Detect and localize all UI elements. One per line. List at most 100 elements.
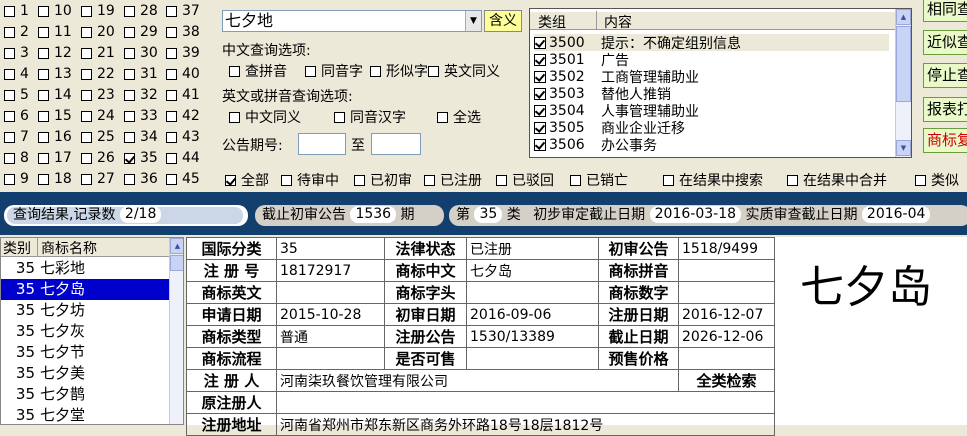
checkbox-icon[interactable] — [166, 68, 177, 80]
class-checkbox[interactable]: 4 — [4, 64, 29, 84]
class-checkbox[interactable]: 2 — [4, 22, 29, 42]
checkbox-icon[interactable] — [81, 173, 92, 185]
side-button[interactable]: 停止查 — [923, 63, 967, 88]
class-checkbox[interactable]: 12 — [38, 43, 72, 63]
checkbox-icon[interactable] — [124, 110, 135, 122]
checkbox-icon[interactable] — [124, 152, 135, 164]
checkbox-icon[interactable] — [4, 5, 15, 17]
class-checkbox[interactable]: 6 — [4, 106, 29, 126]
class-checkbox[interactable]: 40 — [166, 64, 200, 84]
checkbox-icon[interactable] — [534, 104, 546, 117]
meaning-button[interactable]: 含义 — [484, 10, 522, 32]
side-button[interactable]: 报表打 — [923, 97, 967, 122]
checkbox-icon[interactable] — [81, 5, 92, 17]
table-row[interactable]: 35 七夕节 — [1, 342, 169, 363]
result-list-scrollbar[interactable]: ▲ — [169, 238, 183, 424]
class-checkbox[interactable]: 16 — [38, 127, 72, 147]
chevron-down-icon[interactable]: ▼ — [465, 11, 481, 31]
category-row[interactable]: 3506 办公事务 — [534, 136, 657, 154]
cn-option[interactable]: 英文同义 — [428, 61, 500, 81]
checkbox-icon[interactable] — [4, 89, 15, 101]
checkbox-icon[interactable] — [81, 152, 92, 164]
checkbox-icon[interactable] — [38, 173, 49, 185]
table-row[interactable]: 35 七夕鹊 — [1, 384, 169, 405]
gazette-to-input[interactable] — [371, 133, 421, 155]
checkbox-icon[interactable] — [496, 174, 507, 186]
side-button[interactable]: 相同查 — [923, 0, 967, 22]
table-row[interactable]: 35 七夕灰 — [1, 321, 169, 342]
class-checkbox[interactable]: 11 — [38, 22, 72, 42]
checkbox-icon[interactable] — [81, 68, 92, 80]
class-checkbox[interactable]: 22 — [81, 64, 115, 84]
class-checkbox[interactable]: 42 — [166, 106, 200, 126]
checkbox-icon[interactable] — [4, 47, 15, 59]
class-checkbox[interactable]: 36 — [124, 169, 158, 189]
class-checkbox[interactable]: 38 — [166, 22, 200, 42]
checkbox-icon[interactable] — [663, 174, 674, 186]
checkbox-icon[interactable] — [354, 174, 365, 186]
category-row[interactable]: 3503 替他人推销 — [534, 85, 671, 103]
class-checkbox[interactable]: 32 — [124, 85, 158, 105]
checkbox-icon[interactable] — [437, 111, 448, 123]
cn-option[interactable]: 形似字 — [370, 61, 428, 81]
checkbox-icon[interactable] — [305, 65, 316, 77]
checkbox-icon[interactable] — [166, 131, 177, 143]
status-filter[interactable]: 已初审 — [354, 170, 412, 190]
checkbox-icon[interactable] — [787, 174, 798, 186]
scroll-thumb[interactable] — [170, 255, 183, 271]
checkbox-icon[interactable] — [38, 110, 49, 122]
class-checkbox[interactable]: 20 — [81, 22, 115, 42]
checkbox-icon[interactable] — [370, 65, 381, 77]
scroll-up-icon[interactable]: ▲ — [170, 238, 183, 254]
class-checkbox[interactable]: 15 — [38, 106, 72, 126]
checkbox-icon[interactable] — [428, 65, 439, 77]
class-checkbox[interactable]: 39 — [166, 43, 200, 63]
checkbox-icon[interactable] — [166, 173, 177, 185]
checkbox-icon[interactable] — [38, 26, 49, 38]
checkbox-icon[interactable] — [166, 5, 177, 17]
table-row[interactable]: 35 七彩地 — [1, 258, 169, 279]
category-row[interactable]: 3504 人事管理辅助业 — [534, 102, 699, 120]
class-checkbox[interactable]: 19 — [81, 1, 115, 21]
checkbox-icon[interactable] — [38, 47, 49, 59]
class-checkbox[interactable]: 13 — [38, 64, 72, 84]
category-row[interactable]: 3500 提示：不确定组别信息 — [534, 34, 889, 52]
category-row[interactable]: 3501 广告 — [534, 51, 629, 69]
en-option[interactable]: 中文同义 — [229, 107, 301, 127]
class-checkbox[interactable]: 14 — [38, 85, 72, 105]
cn-option[interactable]: 查拼音 — [229, 61, 287, 81]
checkbox-icon[interactable] — [124, 131, 135, 143]
scroll-up-icon[interactable]: ▲ — [896, 9, 911, 25]
scroll-down-icon[interactable]: ▼ — [896, 140, 911, 156]
status-filter[interactable]: 已销亡 — [570, 170, 628, 190]
checkbox-icon[interactable] — [81, 47, 92, 59]
class-checkbox[interactable]: 34 — [124, 127, 158, 147]
checkbox-icon[interactable] — [534, 121, 546, 134]
class-checkbox[interactable]: 8 — [4, 148, 29, 168]
class-checkbox[interactable]: 17 — [38, 148, 72, 168]
class-checkbox[interactable]: 29 — [124, 22, 158, 42]
result-option[interactable]: 在结果中合并 — [787, 170, 887, 190]
checkbox-icon[interactable] — [334, 111, 345, 123]
class-checkbox[interactable]: 28 — [124, 1, 158, 21]
class-checkbox[interactable]: 3 — [4, 43, 29, 63]
checkbox-icon[interactable] — [81, 26, 92, 38]
checkbox-icon[interactable] — [38, 5, 49, 17]
class-checkbox[interactable]: 25 — [81, 127, 115, 147]
status-filter[interactable]: 已注册 — [424, 170, 482, 190]
class-checkbox[interactable]: 44 — [166, 148, 200, 168]
result-option[interactable]: 在结果中搜索 — [663, 170, 763, 190]
scroll-thumb[interactable] — [896, 26, 911, 102]
checkbox-icon[interactable] — [534, 36, 546, 49]
checkbox-icon[interactable] — [534, 138, 546, 151]
checkbox-icon[interactable] — [81, 110, 92, 122]
class-checkbox[interactable]: 9 — [4, 169, 29, 189]
checkbox-icon[interactable] — [124, 47, 135, 59]
class-checkbox[interactable]: 41 — [166, 85, 200, 105]
checkbox-icon[interactable] — [166, 152, 177, 164]
gazette-from-input[interactable] — [298, 133, 346, 155]
en-option[interactable]: 同音汉字 — [334, 107, 406, 127]
checkbox-icon[interactable] — [570, 174, 581, 186]
checkbox-icon[interactable] — [38, 131, 49, 143]
checkbox-icon[interactable] — [4, 26, 15, 38]
